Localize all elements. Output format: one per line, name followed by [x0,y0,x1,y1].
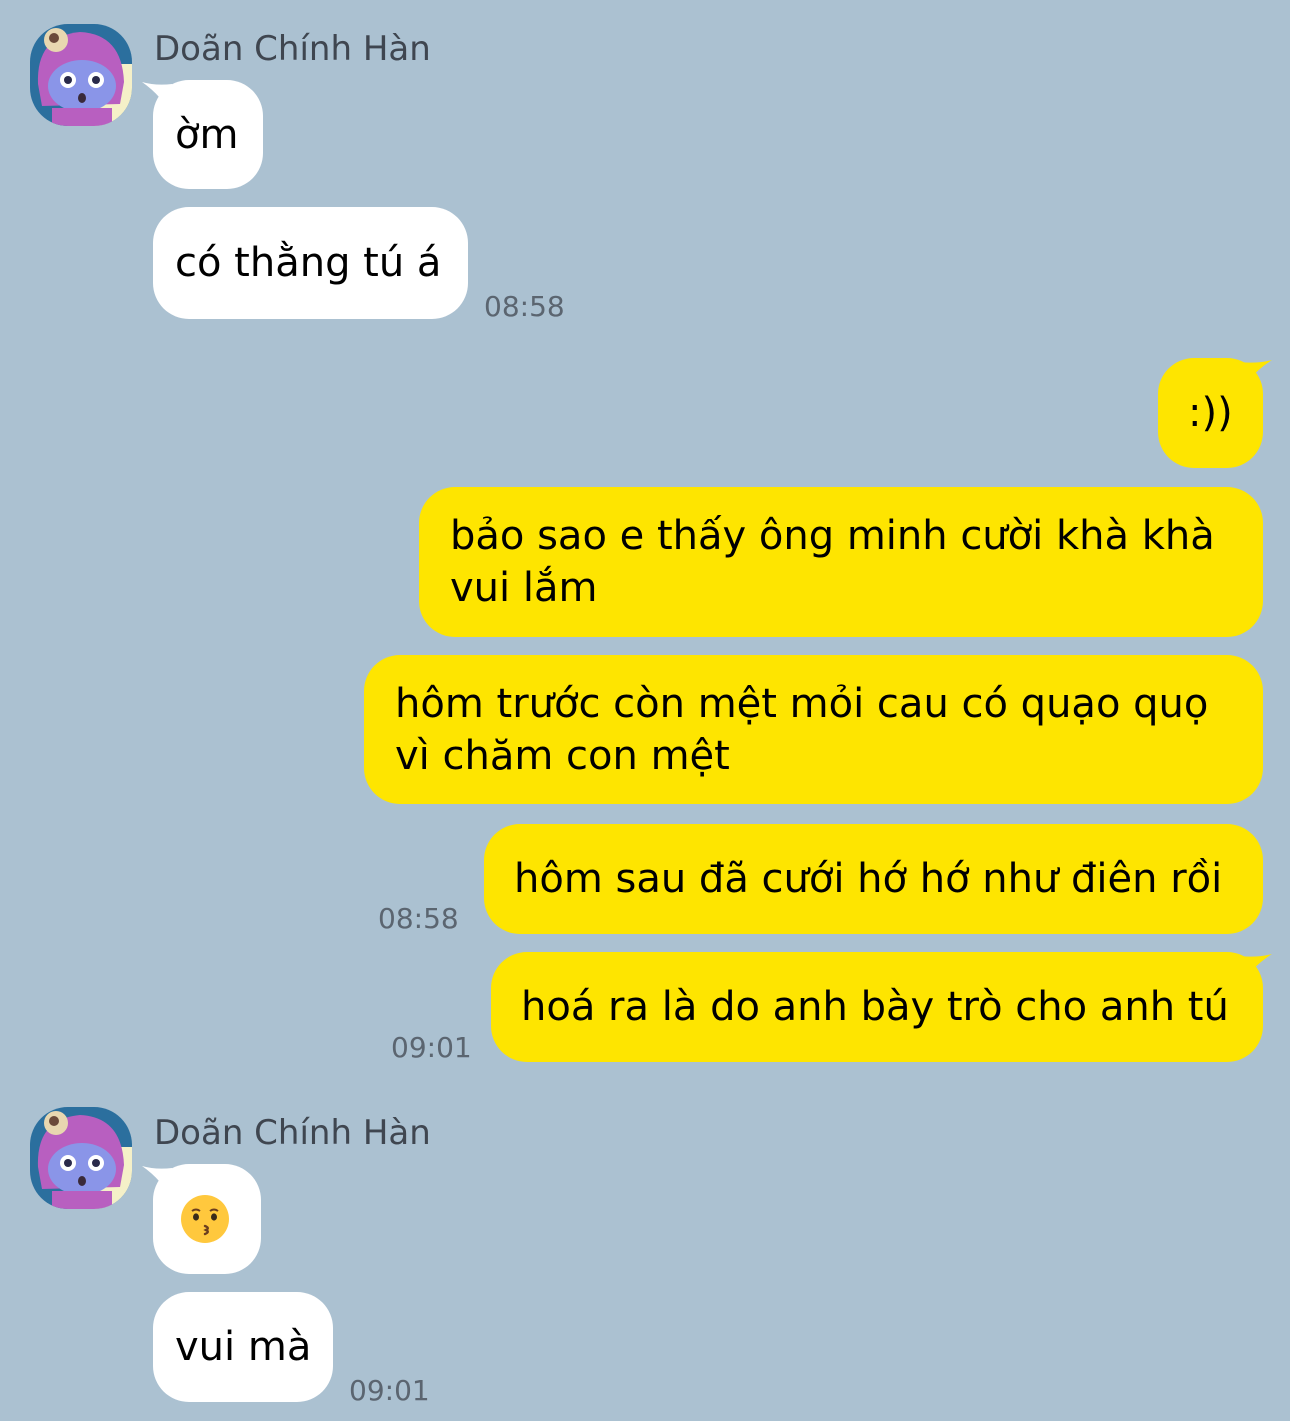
message-bubble[interactable]: :)) [1158,358,1263,468]
kissing-face-emoji [181,1195,229,1243]
message-bubble[interactable]: có thằng tú á [153,207,468,319]
message-bubble[interactable]: hôm sau đã cưới hớ hớ như điên rồi [484,824,1263,934]
message-text: có thằng tú á [175,240,442,286]
message-timestamp: 08:58 [484,290,565,323]
message-timestamp: 09:01 [349,1374,430,1407]
message-bubble[interactable]: hôm trước còn mệt mỏi cau có quạo quọ vì… [364,655,1263,804]
message-text: ờm [175,111,239,158]
message-bubble[interactable]: bảo sao e thấy ông minh cười khà khà vui… [419,487,1263,637]
sender-name: Doãn Chính Hàn [154,29,431,69]
message-text: hôm trước còn mệt mỏi cau có quạo quọ vì… [395,680,1209,779]
message-timestamp: 08:58 [378,902,459,935]
message-bubble[interactable]: vui mà [153,1292,333,1402]
message-bubble[interactable]: hoá ra là do anh bày trò cho anh tú [491,952,1263,1062]
message-text: hôm sau đã cưới hớ hớ như điên rồi [514,856,1223,902]
sender-name: Doãn Chính Hàn [154,1113,431,1153]
message-bubble[interactable] [153,1164,261,1274]
message-text: :)) [1188,390,1233,436]
sender-avatar[interactable] [30,1107,132,1209]
bubble-tail [1240,954,1272,988]
pink-hood-cartoon-avatar-icon [30,1107,132,1209]
message-text: vui mà [175,1324,312,1370]
message-text: bảo sao e thấy ông minh cười khà khà vui… [450,513,1215,611]
message-text: hoá ra là do anh bày trò cho anh tú [521,984,1229,1030]
pink-hood-cartoon-avatar-icon [30,24,132,126]
message-timestamp: 09:01 [391,1031,472,1064]
message-bubble[interactable]: ờm [153,80,263,189]
sender-avatar[interactable] [30,24,132,126]
